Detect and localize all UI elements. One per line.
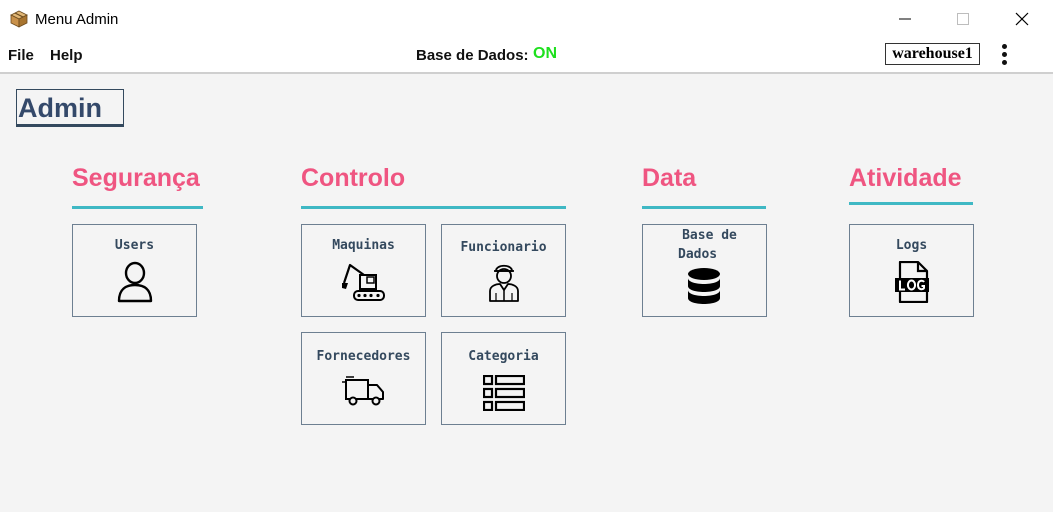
section-underline-seguranca [72,206,203,209]
minimize-icon [899,18,911,20]
users-button[interactable]: Users [72,224,197,317]
card-label-funcionario: Funcionario [460,240,547,255]
database-icon [688,268,720,304]
section-title-seguranca: Segurança [72,164,200,192]
page-title: Admin [18,93,102,123]
truck-icon [342,376,384,406]
log-file-icon [895,261,929,303]
more-options-icon[interactable] [998,42,1010,68]
worker-icon [489,264,519,302]
minimize-button[interactable] [876,0,934,38]
close-button[interactable] [993,0,1051,38]
list-icon [483,375,525,411]
warehouse-field[interactable]: warehouse1 [885,43,980,65]
title-bar: Menu Admin [0,0,1053,38]
package-icon [10,10,28,28]
database-label: Base de Dados: [416,47,529,64]
menu-help[interactable]: Help [50,47,83,64]
card-label-maquinas: Maquinas [332,238,395,253]
database-status: ON [533,45,557,62]
card-label-base-de-dados-line2: Dados [678,247,718,262]
card-label-categoria: Categoria [468,349,539,364]
funcionario-button[interactable]: Funcionario [441,224,566,317]
section-title-controlo: Controlo [301,164,406,192]
maximize-button[interactable] [934,0,992,38]
section-underline-atividade [849,202,973,205]
maquinas-button[interactable]: Maquinas [301,224,426,317]
excavator-icon [342,263,385,301]
user-icon [117,261,153,303]
menu-file[interactable]: File [8,47,34,64]
window-title: Menu Admin [35,11,119,28]
categoria-button[interactable]: Categoria [441,332,566,425]
fornecedores-button[interactable]: Fornecedores [301,332,426,425]
card-label-users: Users [114,238,155,253]
menu-bar: File Help Base de Dados: ON warehouse1 [0,38,1053,74]
section-title-data: Data [642,164,697,192]
base-de-dados-button[interactable]: Base de Dados [642,224,767,317]
section-underline-controlo [301,206,566,209]
card-label-logs: Logs [895,238,928,253]
card-label-base-de-dados-line1: Base de [682,228,737,243]
close-icon [1015,12,1029,26]
logs-button[interactable]: Logs [849,224,974,317]
section-title-atividade: Atividade [849,164,962,192]
card-label-fornecedores: Fornecedores [316,349,411,364]
section-underline-data [642,206,766,209]
maximize-icon [957,13,969,25]
